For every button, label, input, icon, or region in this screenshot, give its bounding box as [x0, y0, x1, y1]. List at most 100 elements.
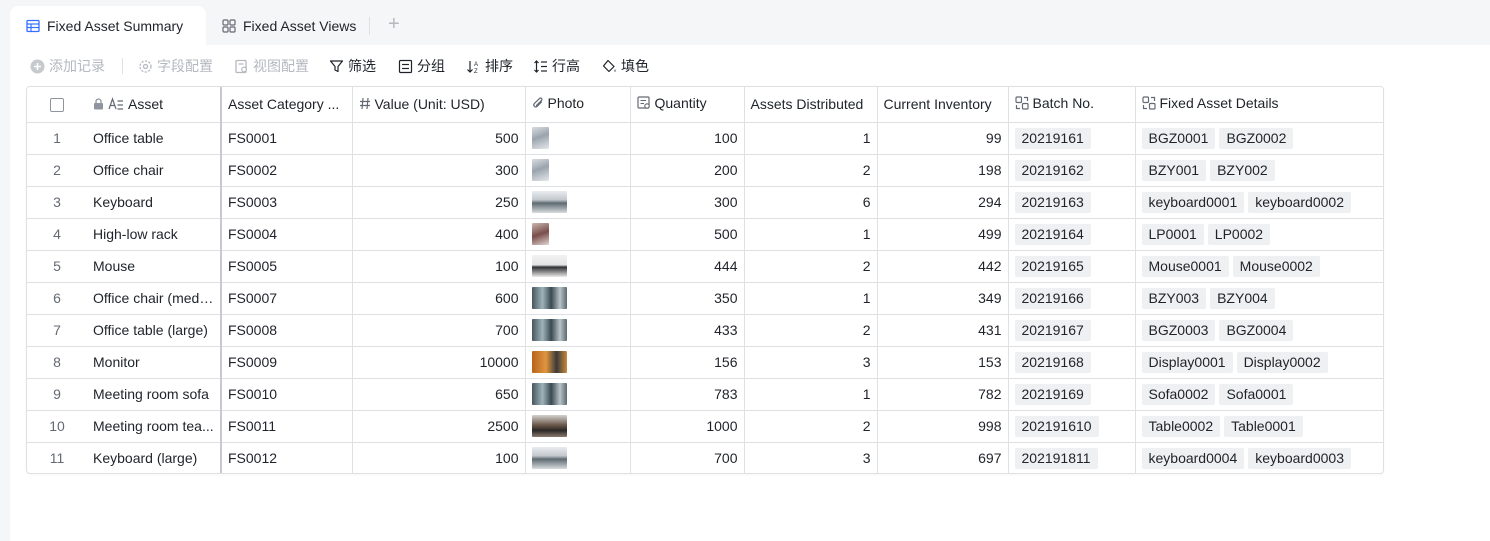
cell-details[interactable]: LP0001 LP0002 — [1135, 218, 1383, 251]
cell-batch[interactable]: 20219163 — [1008, 186, 1136, 219]
cell-photo[interactable] — [525, 378, 631, 411]
cell-details[interactable]: Mouse0001 Mouse0002 — [1135, 250, 1383, 283]
photo-thumbnail[interactable] — [531, 319, 567, 341]
photo-thumbnail[interactable] — [531, 447, 567, 470]
cell-category[interactable]: FS0004 — [221, 218, 353, 251]
sort-button[interactable]: AZ 排序 — [466, 57, 513, 75]
add-tab-icon[interactable]: + — [388, 14, 400, 34]
cell-inventory[interactable]: 99 — [877, 122, 1009, 155]
cell-value[interactable]: 400 — [352, 218, 526, 251]
add-record-button[interactable]: 添加记录 — [30, 57, 105, 75]
cell-details[interactable]: Table0002 Table0001 — [1135, 410, 1383, 443]
cell-details[interactable]: BZY001 BZY002 — [1135, 154, 1383, 187]
cell-category[interactable]: FS0002 — [221, 154, 353, 187]
cell-quantity[interactable]: 444 — [630, 250, 745, 283]
linked-record-tag[interactable]: keyboard0004 — [1141, 447, 1245, 469]
cell-quantity[interactable]: 350 — [630, 282, 745, 315]
cell-quantity[interactable]: 200 — [630, 154, 745, 187]
cell-batch[interactable]: 20219162 — [1008, 154, 1136, 187]
cell-batch[interactable]: 202191610 — [1008, 410, 1136, 443]
cell-category[interactable]: FS0003 — [221, 186, 353, 219]
cell-value[interactable]: 600 — [352, 282, 526, 315]
linked-record-tag[interactable]: BZY003 — [1141, 287, 1207, 309]
linked-record-tag[interactable]: 20219169 — [1014, 383, 1091, 405]
cell-value[interactable]: 700 — [352, 314, 526, 347]
linked-record-tag[interactable]: Mouse0001 — [1141, 255, 1229, 277]
cell-inventory[interactable]: 198 — [877, 154, 1009, 187]
linked-record-tag[interactable]: 202191610 — [1014, 415, 1099, 437]
linked-record-tag[interactable]: 20219162 — [1014, 159, 1091, 181]
photo-thumbnail[interactable] — [531, 191, 567, 213]
cell-asset[interactable]: Office chair (medi... — [87, 282, 222, 315]
photo-thumbnail[interactable] — [531, 287, 567, 309]
cell-asset[interactable]: Office table (large) — [87, 314, 222, 347]
column-header-value[interactable]: Value (Unit: USD) — [352, 87, 526, 123]
cell-inventory[interactable]: 998 — [877, 410, 1009, 443]
linked-record-tag[interactable]: Display0001 — [1141, 351, 1233, 373]
linked-record-tag[interactable]: 202191811 — [1014, 447, 1098, 469]
row-height-button[interactable]: 行高 — [533, 57, 580, 75]
cell-asset[interactable]: Meeting room sofa — [87, 378, 222, 411]
table-row[interactable]: 3 Keyboard FS0003 250 300 6 294 20219163 keyboar… — [27, 186, 1383, 219]
linked-record-tag[interactable]: BGZ0003 — [1141, 319, 1216, 341]
photo-thumbnail[interactable] — [531, 255, 567, 277]
linked-record-tag[interactable]: Sofa0001 — [1219, 383, 1294, 405]
linked-record-tag[interactable]: 20219163 — [1014, 191, 1091, 213]
linked-record-tag[interactable]: Sofa0002 — [1141, 383, 1216, 405]
cell-photo[interactable] — [525, 410, 631, 443]
cell-category[interactable]: FS0005 — [221, 250, 353, 283]
column-header-details[interactable]: Fixed Asset Details — [1135, 87, 1383, 123]
table-row[interactable]: 9 Meeting room sofa FS0010 650 783 1 782 202191… — [27, 378, 1383, 411]
linked-record-tag[interactable]: 20219168 — [1014, 351, 1091, 373]
cell-category[interactable]: FS0011 — [221, 410, 353, 443]
cell-asset[interactable]: Keyboard — [87, 186, 222, 219]
cell-photo[interactable] — [525, 314, 631, 347]
table-row[interactable]: 2 Office chair FS0002 300 200 2 198 20219162 BZY… — [27, 154, 1383, 187]
cell-inventory[interactable]: 349 — [877, 282, 1009, 315]
cell-quantity[interactable]: 500 — [630, 218, 745, 251]
cell-details[interactable]: Sofa0002 Sofa0001 — [1135, 378, 1383, 411]
cell-distributed[interactable]: 2 — [744, 154, 878, 187]
linked-record-tag[interactable]: BZY004 — [1210, 287, 1275, 309]
column-header-asset[interactable]: Asset — [87, 87, 222, 123]
cell-quantity[interactable]: 433 — [630, 314, 745, 347]
table-row[interactable]: 5 Mouse FS0005 100 444 2 442 20219165 Mouse0001 M… — [27, 250, 1383, 283]
table-row[interactable]: 8 Monitor FS0009 10000 156 3 153 20219168 Displa… — [27, 346, 1383, 379]
cell-inventory[interactable]: 782 — [877, 378, 1009, 411]
group-button[interactable]: 分组 — [398, 57, 445, 75]
photo-thumbnail[interactable] — [531, 127, 549, 149]
cell-photo[interactable] — [525, 154, 631, 187]
cell-quantity[interactable]: 1000 — [630, 410, 745, 443]
cell-batch[interactable]: 20219167 — [1008, 314, 1136, 347]
cell-category[interactable]: FS0008 — [221, 314, 353, 347]
cell-value[interactable]: 250 — [352, 186, 526, 219]
tab-fixed-asset-summary[interactable]: Fixed Asset Summary — [10, 6, 206, 45]
linked-record-tag[interactable]: 20219164 — [1014, 223, 1091, 245]
column-header-quantity[interactable]: Quantity — [630, 87, 745, 123]
cell-inventory[interactable]: 294 — [877, 186, 1009, 219]
cell-category[interactable]: FS0001 — [221, 122, 353, 155]
cell-photo[interactable] — [525, 346, 631, 379]
cell-category[interactable]: FS0010 — [221, 378, 353, 411]
cell-asset[interactable]: Monitor — [87, 346, 222, 379]
linked-record-tag[interactable]: keyboard0001 — [1141, 191, 1245, 213]
column-header-inventory[interactable]: Current Inventory — [877, 87, 1009, 123]
cell-batch[interactable]: 20219161 — [1008, 122, 1136, 155]
cell-photo[interactable] — [525, 186, 631, 219]
cell-inventory[interactable]: 442 — [877, 250, 1009, 283]
table-row[interactable]: 10 Meeting room tea... FS0011 2500 1000 2 998 2… — [27, 410, 1383, 443]
cell-inventory[interactable]: 153 — [877, 346, 1009, 379]
linked-record-tag[interactable]: BZY002 — [1210, 159, 1275, 181]
filter-button[interactable]: 筛选 — [329, 57, 376, 75]
cell-asset[interactable]: High-low rack — [87, 218, 222, 251]
linked-record-tag[interactable]: BZY001 — [1141, 159, 1207, 181]
tab-fixed-asset-views[interactable]: Fixed Asset Views — [222, 6, 356, 45]
photo-thumbnail[interactable] — [531, 159, 549, 181]
cell-details[interactable]: BZY003 BZY004 — [1135, 282, 1383, 315]
cell-distributed[interactable]: 1 — [744, 218, 878, 251]
column-header-distributed[interactable]: Assets Distributed — [744, 87, 878, 123]
linked-record-tag[interactable]: 20219161 — [1014, 127, 1091, 149]
fill-color-button[interactable]: 填色 — [602, 57, 649, 75]
cell-value[interactable]: 650 — [352, 378, 526, 411]
linked-record-tag[interactable]: Table0002 — [1141, 415, 1221, 437]
